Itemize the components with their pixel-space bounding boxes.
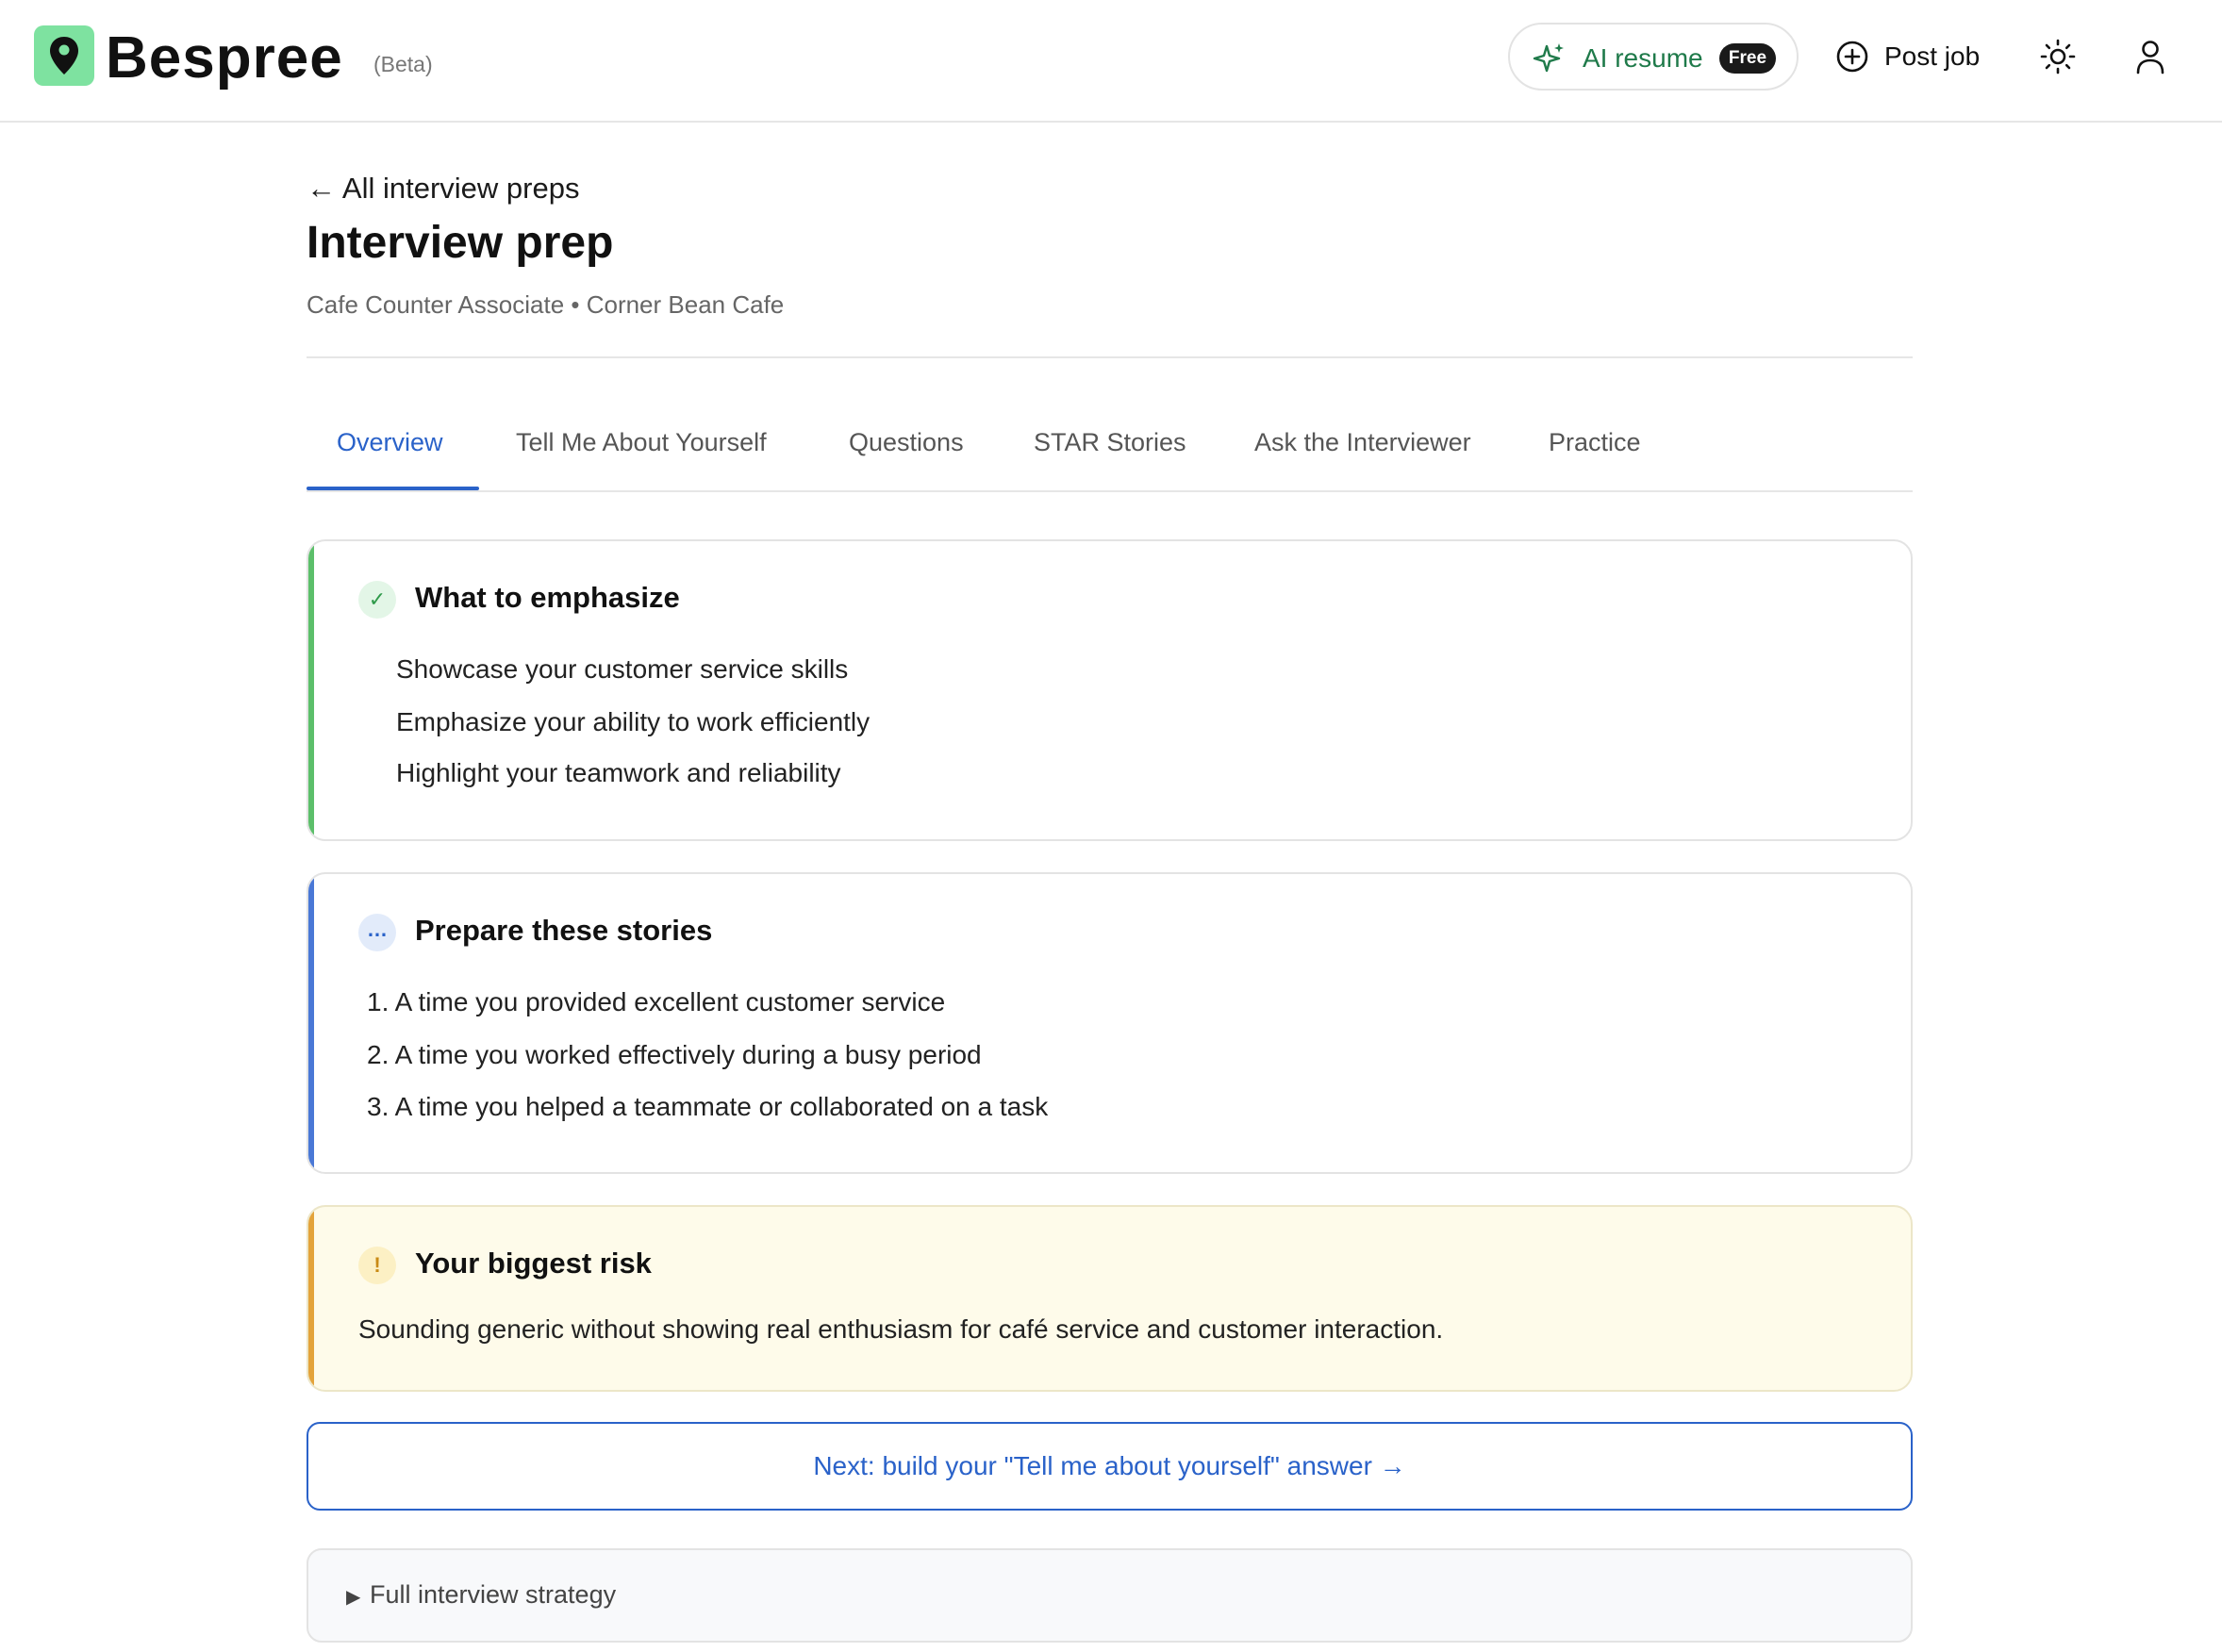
user-icon[interactable] xyxy=(2131,38,2169,75)
page-title: Interview prep xyxy=(307,218,614,268)
logo[interactable] xyxy=(34,25,94,86)
full-strategy-label: Full interview strategy xyxy=(370,1580,617,1609)
map-pin-icon xyxy=(50,37,78,74)
job-subtitle: Cafe Counter Associate • Corner Bean Caf… xyxy=(307,290,785,319)
next-tell-me-about-yourself-button[interactable]: Next: build your "Tell me about yourself… xyxy=(307,1422,1913,1511)
list-item: 2. A time you worked effectively during … xyxy=(367,1040,982,1069)
free-badge: Free xyxy=(1719,43,1776,74)
list-item: Emphasize your ability to work efficient… xyxy=(396,707,871,736)
tab-star-stories[interactable]: STAR Stories xyxy=(1034,428,1186,457)
risk-card: ! Your biggest risk Sounding generic wit… xyxy=(307,1205,1913,1392)
emphasize-card: ✓ What to emphasize Showcase your custom… xyxy=(307,539,1913,841)
tab-bar: Overview Tell Me About Yourself Question… xyxy=(307,405,1913,492)
tab-questions[interactable]: Questions xyxy=(849,428,964,457)
sun-icon[interactable] xyxy=(2039,38,2077,75)
list-item: Showcase your customer service skills xyxy=(396,654,849,684)
stories-card: … Prepare these stories 1. A time you pr… xyxy=(307,872,1913,1174)
tab-ask-the-interviewer[interactable]: Ask the Interviewer xyxy=(1254,428,1471,457)
card-title: Your biggest risk xyxy=(415,1247,652,1280)
brand-name[interactable]: Bespree xyxy=(106,21,343,96)
top-nav: Bespree (Beta) AI resume Free Post job xyxy=(0,0,2222,123)
disclosure-triangle-icon: ▶ xyxy=(346,1587,361,1608)
back-to-all-preps-link[interactable]: ← All interview preps xyxy=(307,172,579,206)
card-title: Prepare these stories xyxy=(415,914,713,947)
post-job-button[interactable]: Post job xyxy=(1835,38,1980,75)
risk-text: Sounding generic without showing real en… xyxy=(358,1314,1444,1344)
tab-practice[interactable]: Practice xyxy=(1549,428,1641,457)
post-job-label: Post job xyxy=(1884,41,1981,71)
card-accent xyxy=(308,1207,314,1390)
tab-tell-me-about-yourself[interactable]: Tell Me About Yourself xyxy=(516,428,767,457)
card-accent xyxy=(308,541,314,839)
sparkle-icon xyxy=(1533,43,1564,73)
active-tab-indicator xyxy=(307,487,479,490)
list-item: 3. A time you helped a teammate or colla… xyxy=(367,1092,1049,1121)
list-item: Highlight your teamwork and reliability xyxy=(396,758,841,787)
full-strategy-toggle[interactable]: ▶ Full interview strategy xyxy=(307,1548,1913,1643)
ai-resume-label: AI resume xyxy=(1583,43,1703,73)
card-title: What to emphasize xyxy=(415,581,680,614)
check-icon: ✓ xyxy=(358,581,396,619)
card-accent xyxy=(308,874,314,1172)
list-item: 1. A time you provided excellent custome… xyxy=(367,987,946,1016)
tab-overview[interactable]: Overview xyxy=(337,428,443,457)
plus-circle-icon xyxy=(1836,41,1868,73)
divider xyxy=(307,356,1913,358)
ai-resume-button[interactable]: AI resume Free xyxy=(1508,23,1799,91)
ellipsis-icon: … xyxy=(358,914,396,951)
beta-label: (Beta) xyxy=(373,52,433,76)
warning-icon: ! xyxy=(358,1247,396,1284)
